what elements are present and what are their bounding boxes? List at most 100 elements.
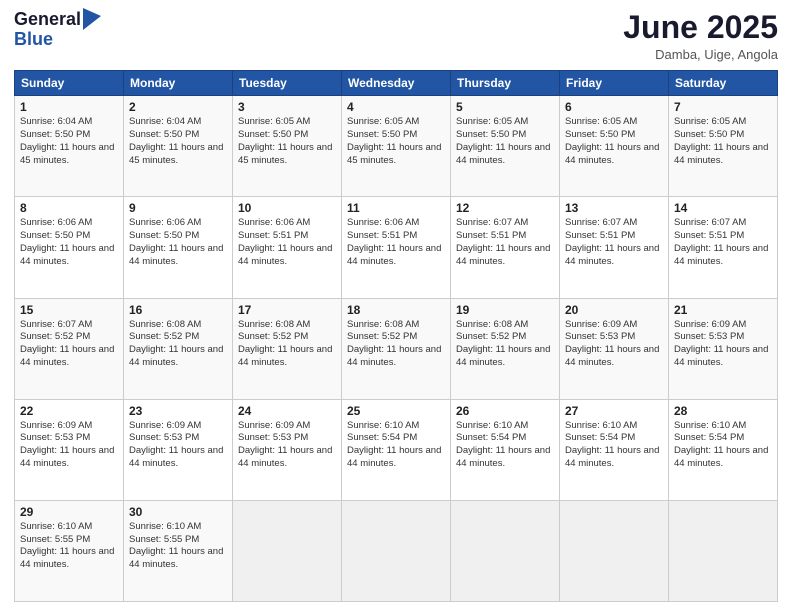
calendar-cell: 1Sunrise: 6:04 AMSunset: 5:50 PMDaylight… <box>15 96 124 197</box>
calendar-week-5: 29 Sunrise: 6:10 AMSunset: 5:55 PMDayligh… <box>15 500 778 601</box>
day-info: Sunrise: 6:09 AMSunset: 5:53 PMDaylight:… <box>565 319 663 370</box>
calendar-cell: 8 Sunrise: 6:06 AMSunset: 5:50 PMDaylight… <box>15 197 124 298</box>
day-number: 6 <box>565 100 663 114</box>
day-info: Sunrise: 6:08 AMSunset: 5:52 PMDaylight:… <box>347 319 445 370</box>
calendar-cell: 26 Sunrise: 6:10 AMSunset: 5:54 PMDayligh… <box>451 399 560 500</box>
day-number: 7 <box>674 100 772 114</box>
calendar-cell: 20 Sunrise: 6:09 AMSunset: 5:53 PMDayligh… <box>560 298 669 399</box>
calendar-cell <box>233 500 342 601</box>
calendar-week-1: 1Sunrise: 6:04 AMSunset: 5:50 PMDaylight… <box>15 96 778 197</box>
header: General Blue June 2025 Damba, Uige, Ango… <box>14 10 778 62</box>
title-section: June 2025 Damba, Uige, Angola <box>623 10 778 62</box>
calendar-cell: 17 Sunrise: 6:08 AMSunset: 5:52 PMDayligh… <box>233 298 342 399</box>
calendar-cell: 3 Sunrise: 6:05 AMSunset: 5:50 PMDaylight… <box>233 96 342 197</box>
calendar-cell: 2 Sunrise: 6:04 AMSunset: 5:50 PMDaylight… <box>124 96 233 197</box>
day-number: 23 <box>129 404 227 418</box>
day-info: Sunrise: 6:10 AMSunset: 5:54 PMDaylight:… <box>674 420 772 471</box>
day-number: 18 <box>347 303 445 317</box>
calendar-cell: 21 Sunrise: 6:09 AMSunset: 5:53 PMDayligh… <box>669 298 778 399</box>
calendar-header-thursday: Thursday <box>451 71 560 96</box>
calendar-header-friday: Friday <box>560 71 669 96</box>
calendar-cell: 19 Sunrise: 6:08 AMSunset: 5:52 PMDayligh… <box>451 298 560 399</box>
calendar-cell: 9 Sunrise: 6:06 AMSunset: 5:50 PMDaylight… <box>124 197 233 298</box>
day-number: 11 <box>347 201 445 215</box>
day-info: Sunrise: 6:08 AMSunset: 5:52 PMDaylight:… <box>456 319 554 370</box>
day-info: Sunrise: 6:04 AMSunset: 5:50 PMDaylight:… <box>129 116 227 167</box>
calendar-cell: 6 Sunrise: 6:05 AMSunset: 5:50 PMDaylight… <box>560 96 669 197</box>
day-info: Sunrise: 6:05 AMSunset: 5:50 PMDaylight:… <box>238 116 336 167</box>
day-info: Sunrise: 6:07 AMSunset: 5:51 PMDaylight:… <box>674 217 772 268</box>
day-number: 8 <box>20 201 118 215</box>
day-info: Sunrise: 6:09 AMSunset: 5:53 PMDaylight:… <box>238 420 336 471</box>
day-info: Sunrise: 6:10 AMSunset: 5:54 PMDaylight:… <box>347 420 445 471</box>
day-info: Sunrise: 6:05 AMSunset: 5:50 PMDaylight:… <box>456 116 554 167</box>
day-number: 19 <box>456 303 554 317</box>
calendar-cell: 4Sunrise: 6:05 AMSunset: 5:50 PMDaylight… <box>342 96 451 197</box>
day-info: Sunrise: 6:10 AMSunset: 5:54 PMDaylight:… <box>456 420 554 471</box>
page: General Blue June 2025 Damba, Uige, Ango… <box>0 0 792 612</box>
day-info: Sunrise: 6:07 AMSunset: 5:52 PMDaylight:… <box>20 319 118 370</box>
calendar-cell: 11 Sunrise: 6:06 AMSunset: 5:51 PMDayligh… <box>342 197 451 298</box>
day-number: 17 <box>238 303 336 317</box>
calendar-cell: 28Sunrise: 6:10 AMSunset: 5:54 PMDayligh… <box>669 399 778 500</box>
day-number: 13 <box>565 201 663 215</box>
calendar-cell: 25 Sunrise: 6:10 AMSunset: 5:54 PMDayligh… <box>342 399 451 500</box>
day-number: 12 <box>456 201 554 215</box>
day-info: Sunrise: 6:07 AMSunset: 5:51 PMDaylight:… <box>456 217 554 268</box>
calendar-cell: 14 Sunrise: 6:07 AMSunset: 5:51 PMDayligh… <box>669 197 778 298</box>
calendar-cell: 27Sunrise: 6:10 AMSunset: 5:54 PMDayligh… <box>560 399 669 500</box>
day-number: 2 <box>129 100 227 114</box>
day-info: Sunrise: 6:05 AMSunset: 5:50 PMDaylight:… <box>674 116 772 167</box>
calendar-header-saturday: Saturday <box>669 71 778 96</box>
calendar-cell: 15 Sunrise: 6:07 AMSunset: 5:52 PMDayligh… <box>15 298 124 399</box>
day-info: Sunrise: 6:07 AMSunset: 5:51 PMDaylight:… <box>565 217 663 268</box>
calendar-cell: 30 Sunrise: 6:10 AMSunset: 5:55 PMDayligh… <box>124 500 233 601</box>
day-number: 25 <box>347 404 445 418</box>
day-info: Sunrise: 6:10 AMSunset: 5:55 PMDaylight:… <box>129 521 227 572</box>
day-info: Sunrise: 6:08 AMSunset: 5:52 PMDaylight:… <box>238 319 336 370</box>
calendar-cell <box>669 500 778 601</box>
calendar-cell: 13 Sunrise: 6:07 AMSunset: 5:51 PMDayligh… <box>560 197 669 298</box>
calendar-week-3: 15 Sunrise: 6:07 AMSunset: 5:52 PMDayligh… <box>15 298 778 399</box>
day-number: 9 <box>129 201 227 215</box>
day-number: 20 <box>565 303 663 317</box>
day-info: Sunrise: 6:10 AMSunset: 5:54 PMDaylight:… <box>565 420 663 471</box>
logo-icon <box>83 8 101 30</box>
day-number: 5 <box>456 100 554 114</box>
calendar-cell: 16Sunrise: 6:08 AMSunset: 5:52 PMDayligh… <box>124 298 233 399</box>
day-info: Sunrise: 6:05 AMSunset: 5:50 PMDaylight:… <box>565 116 663 167</box>
day-number: 14 <box>674 201 772 215</box>
day-number: 3 <box>238 100 336 114</box>
day-info: Sunrise: 6:06 AMSunset: 5:50 PMDaylight:… <box>129 217 227 268</box>
calendar-cell <box>342 500 451 601</box>
day-info: Sunrise: 6:06 AMSunset: 5:51 PMDaylight:… <box>347 217 445 268</box>
logo-text: General Blue <box>14 10 101 50</box>
day-info: Sunrise: 6:05 AMSunset: 5:50 PMDaylight:… <box>347 116 445 167</box>
day-info: Sunrise: 6:04 AMSunset: 5:50 PMDaylight:… <box>20 116 118 167</box>
calendar-table: SundayMondayTuesdayWednesdayThursdayFrid… <box>14 70 778 602</box>
calendar-cell: 24Sunrise: 6:09 AMSunset: 5:53 PMDayligh… <box>233 399 342 500</box>
day-number: 29 <box>20 505 118 519</box>
calendar-week-4: 22Sunrise: 6:09 AMSunset: 5:53 PMDayligh… <box>15 399 778 500</box>
logo-general-text: General <box>14 10 81 30</box>
calendar-cell <box>560 500 669 601</box>
calendar-header-monday: Monday <box>124 71 233 96</box>
day-info: Sunrise: 6:09 AMSunset: 5:53 PMDaylight:… <box>129 420 227 471</box>
calendar-cell: 5 Sunrise: 6:05 AMSunset: 5:50 PMDaylight… <box>451 96 560 197</box>
day-info: Sunrise: 6:06 AMSunset: 5:50 PMDaylight:… <box>20 217 118 268</box>
day-number: 10 <box>238 201 336 215</box>
logo-blue-text: Blue <box>14 30 101 50</box>
day-number: 15 <box>20 303 118 317</box>
calendar-cell <box>451 500 560 601</box>
calendar-cell: 22Sunrise: 6:09 AMSunset: 5:53 PMDayligh… <box>15 399 124 500</box>
location: Damba, Uige, Angola <box>623 47 778 62</box>
day-info: Sunrise: 6:08 AMSunset: 5:52 PMDaylight:… <box>129 319 227 370</box>
day-info: Sunrise: 6:09 AMSunset: 5:53 PMDaylight:… <box>674 319 772 370</box>
logo: General Blue <box>14 10 101 50</box>
calendar-header-tuesday: Tuesday <box>233 71 342 96</box>
day-number: 30 <box>129 505 227 519</box>
day-number: 26 <box>456 404 554 418</box>
calendar-cell: 18 Sunrise: 6:08 AMSunset: 5:52 PMDayligh… <box>342 298 451 399</box>
calendar-cell: 23 Sunrise: 6:09 AMSunset: 5:53 PMDayligh… <box>124 399 233 500</box>
day-number: 21 <box>674 303 772 317</box>
